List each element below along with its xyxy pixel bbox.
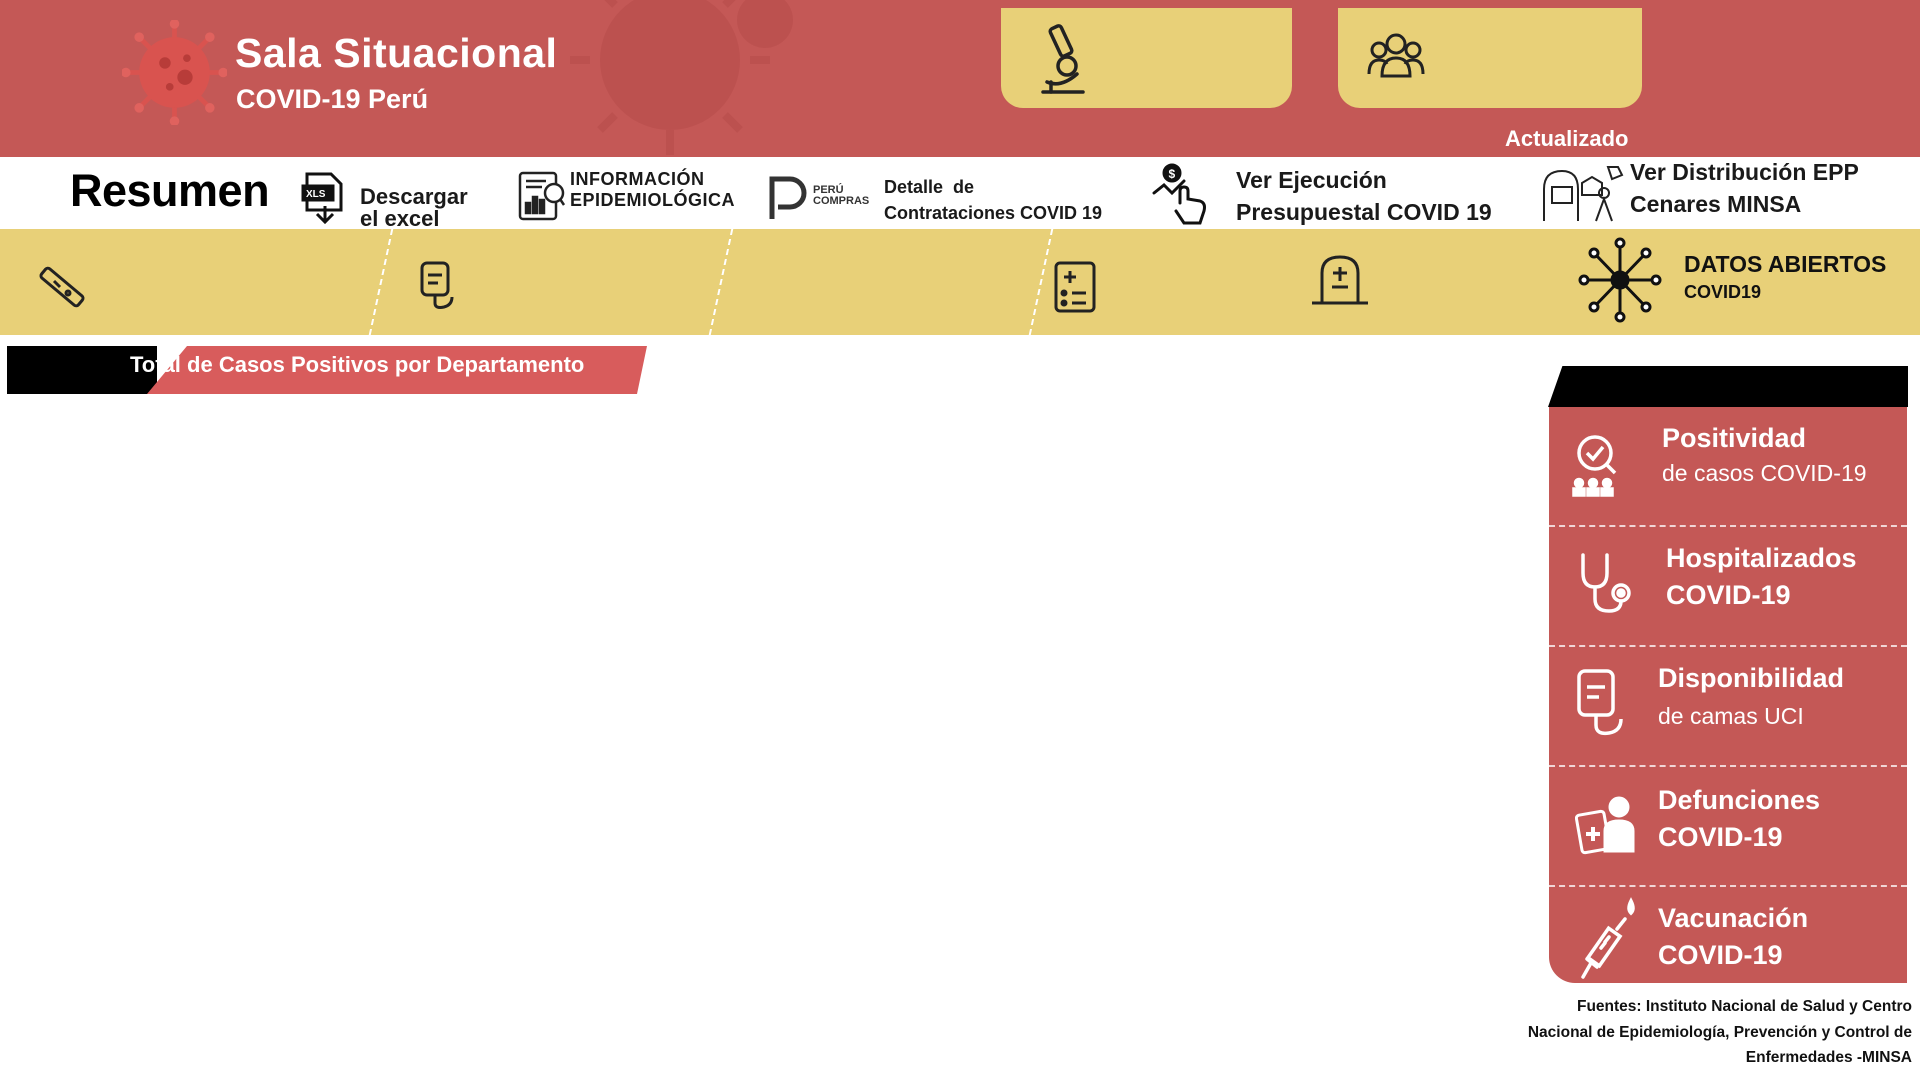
stethoscope-icon: [1581, 553, 1631, 613]
panel-item-positividad[interactable]: Positividad de casos COVID-19: [1549, 407, 1907, 527]
personas-card[interactable]: [1338, 8, 1642, 108]
panel-item-defunciones[interactable]: Defunciones COVID-19: [1549, 767, 1907, 887]
epidemiological-line2: EPIDEMIOLÓGICA: [570, 190, 736, 210]
distribucion-epp-link[interactable]: Ver Distribución EPP Cenares MINSA: [1536, 157, 1920, 227]
contrataciones-link[interactable]: PERÚ COMPRAS Detalle de Contrataciones C…: [764, 167, 1116, 225]
panel-header-bar: [1548, 366, 1908, 407]
syringe-icon: [1581, 897, 1635, 979]
open-data-network-icon: [1578, 237, 1662, 323]
app-title: Sala Situacional: [235, 30, 558, 76]
budget-click-icon: $: [1152, 163, 1206, 225]
app-subtitle: COVID-19 Perú: [236, 84, 429, 114]
header-banner: Sala Situacional COVID-19 Perú Actualiza…: [0, 0, 1920, 157]
sources-line3: Enfermedades -MINSA: [1745, 1049, 1912, 1066]
datos-abiertos-title: DATOS ABIERTOS: [1684, 251, 1887, 277]
hospitalizados-title: Hospitalizados: [1666, 543, 1857, 573]
menu-bar: Resumen XLS Descargar el excel INFORMACI…: [0, 157, 1920, 231]
ejecucion-presupuestal-link[interactable]: $ Ver Ejecución Presupuestal COVID 19: [1150, 161, 1510, 227]
contrataciones-line2: Contrataciones COVID 19: [884, 203, 1103, 223]
panel-item-vacunacion[interactable]: Vacunación COVID-19: [1549, 887, 1907, 1007]
ejecucion-line2: Presupuestal COVID 19: [1236, 199, 1492, 225]
disponibilidad-title: Disponibilidad: [1658, 663, 1844, 693]
defunciones-sub: COVID-19: [1658, 822, 1783, 852]
positivity-search-icon: [1572, 435, 1617, 497]
uci-iv-bag-icon: [1577, 669, 1623, 736]
svg-text:XLS: XLS: [306, 189, 326, 200]
epp-line2: Cenares MINSA: [1630, 191, 1802, 217]
disponibilidad-sub: de camas UCI: [1658, 703, 1804, 729]
peru-compras-badge2: COMPRAS: [813, 195, 870, 207]
epp-protective-gear-icon: [1543, 166, 1624, 222]
microscope-icon: [1041, 24, 1085, 94]
sources-line1: Fuentes: Instituto Nacional de Salud y C…: [1576, 998, 1912, 1015]
sources-note: Fuentes: Instituto Nacional de Salud y C…: [1492, 994, 1912, 1071]
covid-logo-icon: [122, 20, 227, 125]
group-people-icon: [1367, 33, 1425, 78]
updated-label: Actualizado: [1505, 126, 1629, 151]
indicators-panel: Positividad de casos COVID-19 Hospitaliz…: [1549, 407, 1907, 983]
medical-record-icon[interactable]: [1052, 259, 1098, 315]
doctor-report-icon: [1575, 796, 1635, 855]
test-kit-icon[interactable]: [34, 259, 90, 315]
vacunacion-sub: COVID-19: [1658, 940, 1783, 970]
positividad-title: Positividad: [1662, 423, 1807, 453]
svg-text:$: $: [1169, 167, 1176, 181]
tombstone-icon[interactable]: [1308, 251, 1372, 309]
epp-line1: Ver Distribución EPP: [1630, 159, 1859, 185]
hospitalizados-sub: COVID-19: [1666, 580, 1791, 610]
resumen-tab[interactable]: Resumen: [70, 165, 270, 217]
contrataciones-line1: Detalle de: [884, 177, 975, 197]
epidemiological-line1: INFORMACIÓN: [570, 169, 705, 189]
datos-abiertos-sub: COVID19: [1684, 282, 1762, 302]
peru-compras-logo-icon: [769, 176, 807, 219]
excel-download-icon: XLS: [301, 172, 343, 225]
sources-line2: Nacional de Epidemiología, Prevención y …: [1527, 1023, 1912, 1041]
strip-divider: [368, 229, 396, 335]
section-title: Total de Casos Positivos por Departament…: [130, 352, 585, 377]
indicator-strip: DATOS ABIERTOS COVID19: [0, 229, 1920, 335]
vacunacion-title: Vacunación: [1658, 903, 1809, 933]
epidemiological-info-link[interactable]: INFORMACIÓN EPIDEMIOLÓGICA: [514, 165, 736, 223]
defunciones-title: Defunciones: [1658, 785, 1821, 815]
strip-divider: [708, 229, 736, 335]
pruebas-card[interactable]: [1001, 8, 1292, 108]
positividad-sub: de casos COVID-19: [1662, 460, 1867, 486]
background-virus-icon: [737, 0, 793, 48]
ejecucion-line1: Ver Ejecución: [1236, 167, 1387, 193]
download-excel-line2: el excel: [360, 206, 440, 231]
panel-item-disponibilidad[interactable]: Disponibilidad de camas UCI: [1549, 647, 1907, 767]
download-excel-link[interactable]: XLS Descargar el excel: [298, 168, 468, 231]
panel-item-hospitalizados[interactable]: Hospitalizados COVID-19: [1549, 527, 1907, 647]
iv-bag-icon[interactable]: [418, 259, 462, 311]
epidemiology-report-icon: [518, 171, 566, 221]
